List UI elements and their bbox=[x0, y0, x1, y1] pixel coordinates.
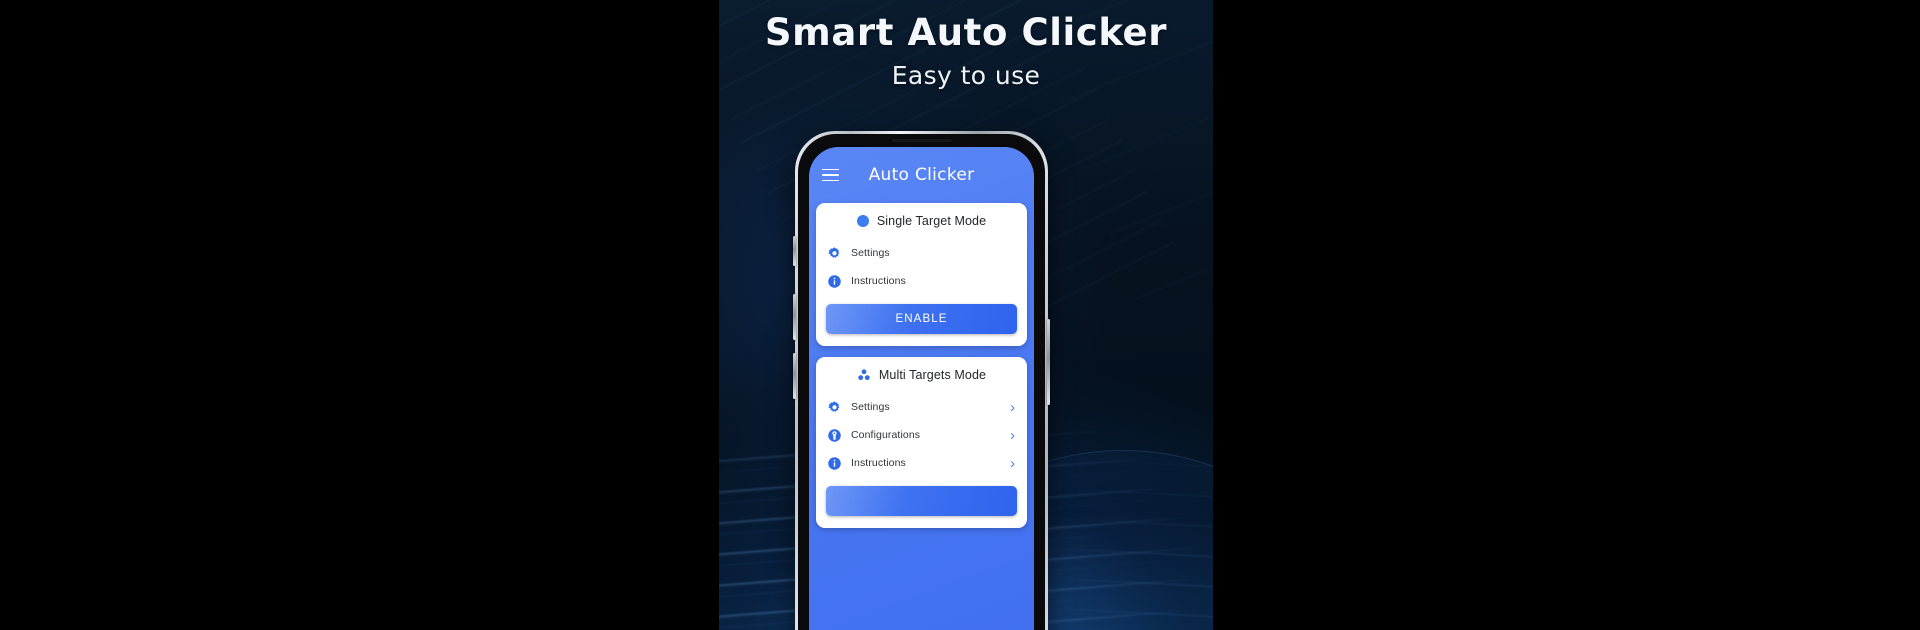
three-dots-cluster-icon bbox=[857, 368, 871, 382]
background-streaks-upper-right bbox=[1019, 0, 1213, 363]
row-multi-instructions-label: Instructions bbox=[851, 457, 906, 469]
wrench-circle-icon bbox=[827, 428, 842, 443]
row-single-settings-label: Settings bbox=[851, 247, 890, 259]
chevron-right-icon: › bbox=[1010, 398, 1015, 416]
promo-title: Smart Auto Clicker bbox=[764, 11, 1168, 54]
filled-circle-icon bbox=[856, 215, 869, 227]
enable-button[interactable]: ENABLE bbox=[826, 304, 1017, 334]
row-multi-configurations-label: Configurations bbox=[851, 429, 921, 441]
card-multi-targets-mode-title: Multi Targets Mode bbox=[878, 368, 987, 382]
auto-clicker-app: Auto Clicker Single Target Mode Settings… bbox=[809, 147, 1034, 630]
multi-targets-action-button[interactable] bbox=[826, 486, 1017, 516]
gear-icon bbox=[827, 400, 842, 415]
card-single-target-mode-header: Single Target Mode bbox=[826, 214, 1017, 228]
hamburger-menu-icon[interactable] bbox=[822, 168, 839, 182]
row-single-instructions-label: Instructions bbox=[851, 275, 906, 287]
gear-icon bbox=[827, 246, 842, 261]
app-bar: Auto Clicker bbox=[816, 147, 1027, 203]
phone-button-power[interactable] bbox=[1047, 319, 1050, 405]
row-multi-settings-label: Settings bbox=[851, 401, 890, 413]
chevron-right-icon: › bbox=[1010, 454, 1015, 472]
screenshot-stage: Smart Auto Clicker Easy to use Auto Clic… bbox=[0, 0, 1920, 630]
row-single-instructions[interactable]: Instructions bbox=[826, 267, 1017, 295]
card-multi-targets-mode: Multi Targets Mode Settings › Configurat… bbox=[816, 357, 1027, 528]
row-multi-configurations[interactable]: Configurations › bbox=[826, 421, 1017, 449]
promo-headline: Smart Auto Clicker Easy to use bbox=[719, 10, 1213, 93]
row-multi-settings[interactable]: Settings › bbox=[826, 393, 1017, 421]
row-single-settings[interactable]: Settings bbox=[826, 239, 1017, 267]
phone-button-volume-up[interactable] bbox=[793, 294, 796, 340]
phone-button-silent[interactable] bbox=[793, 236, 796, 266]
info-icon bbox=[827, 456, 842, 471]
chevron-right-icon: › bbox=[1010, 426, 1015, 444]
app-bar-title: Auto Clicker bbox=[868, 165, 975, 185]
phone-earpiece-speaker bbox=[891, 139, 952, 142]
phone-screen: Auto Clicker Single Target Mode Settings… bbox=[809, 147, 1034, 630]
phone-body: Auto Clicker Single Target Mode Settings… bbox=[798, 134, 1045, 630]
promo-subtitle: Easy to use bbox=[891, 61, 1041, 90]
phone-button-volume-down[interactable] bbox=[793, 353, 796, 399]
info-icon bbox=[827, 274, 842, 289]
card-multi-targets-mode-header: Multi Targets Mode bbox=[826, 368, 1017, 382]
card-single-target-mode: Single Target Mode Settings Instructions… bbox=[816, 203, 1027, 346]
row-multi-instructions[interactable]: Instructions › bbox=[826, 449, 1017, 477]
phone-mockup: Auto Clicker Single Target Mode Settings… bbox=[793, 131, 1050, 630]
card-single-target-mode-title: Single Target Mode bbox=[876, 214, 987, 228]
promo-panel: Smart Auto Clicker Easy to use Auto Clic… bbox=[719, 0, 1213, 630]
